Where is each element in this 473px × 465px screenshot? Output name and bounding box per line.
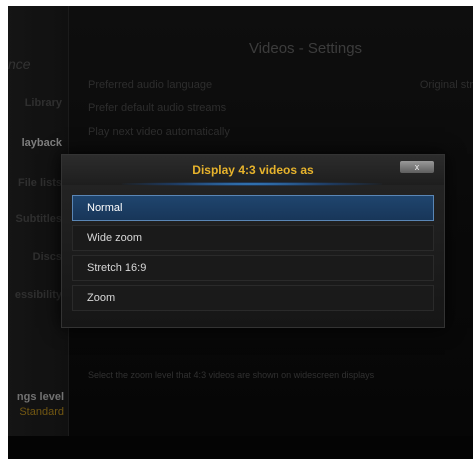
option-normal[interactable]: Normal — [72, 195, 434, 221]
dialog-header-glow — [122, 182, 382, 186]
option-zoom[interactable]: Zoom — [72, 285, 434, 311]
dialog-title: Display 4:3 videos as — [192, 163, 314, 177]
option-wide-zoom[interactable]: Wide zoom — [72, 225, 434, 251]
close-button[interactable]: x — [400, 161, 434, 173]
kodi-screen: nce Library layback File lists Subtitles… — [8, 6, 473, 459]
select-dialog: Display 4:3 videos as x Normal Wide zoom… — [61, 154, 445, 328]
option-stretch-16-9[interactable]: Stretch 16:9 — [72, 255, 434, 281]
